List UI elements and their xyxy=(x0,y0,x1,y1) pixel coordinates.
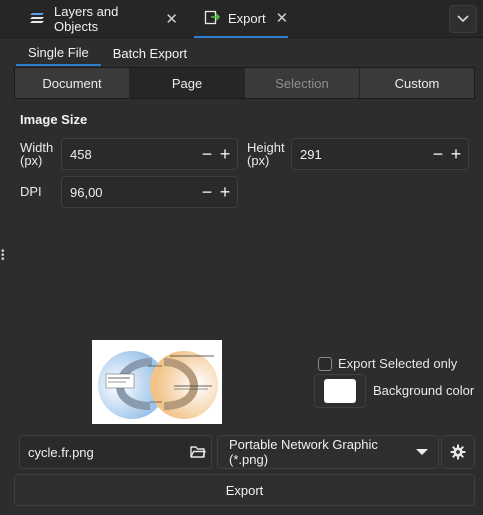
area-selection-button[interactable]: Selection xyxy=(245,68,360,98)
tab-layers-and-objects[interactable]: Layers and Objects ✕ xyxy=(20,0,188,38)
plus-icon[interactable]: + xyxy=(447,144,465,164)
export-icon xyxy=(204,9,221,28)
folder-open-icon[interactable] xyxy=(185,445,211,459)
gear-icon xyxy=(450,444,466,460)
file-format-value: Portable Network Graphic (*.png) xyxy=(229,437,378,467)
export-button[interactable]: Export xyxy=(14,474,475,506)
chevron-down-icon xyxy=(457,15,469,23)
dpi-value[interactable]: 96,00 xyxy=(62,185,198,200)
height-label: Height (px) xyxy=(247,141,285,167)
plus-icon[interactable]: + xyxy=(216,182,234,202)
width-label: Width (px) xyxy=(20,141,53,167)
area-page-button[interactable]: Page xyxy=(130,68,245,98)
area-document-button[interactable]: Document xyxy=(15,68,130,98)
dock-tab-bar: Layers and Objects ✕ Export ✕ xyxy=(0,0,483,38)
plus-icon[interactable]: + xyxy=(216,144,234,164)
height-label-line2: (px) xyxy=(247,153,270,168)
dropdown-arrow-icon xyxy=(416,449,428,455)
width-value[interactable]: 458 xyxy=(62,147,198,162)
minus-icon[interactable]: − xyxy=(198,144,216,164)
tab-overflow-button[interactable] xyxy=(449,5,477,33)
tab-label: Export xyxy=(228,10,266,26)
export-preview-thumbnail xyxy=(92,340,222,424)
tab-batch-export[interactable]: Batch Export xyxy=(101,40,199,66)
tab-label: Layers and Objects xyxy=(54,4,119,34)
panel-resize-grip[interactable]: • • • xyxy=(1,247,5,265)
dpi-spinbox[interactable]: 96,00 − + xyxy=(61,176,238,208)
tab-single-file[interactable]: Single File xyxy=(16,40,101,66)
height-spinbox[interactable]: 291 − + xyxy=(291,138,469,170)
export-area-selector: Document Page Selection Custom xyxy=(14,67,475,99)
image-size-heading: Image Size xyxy=(20,112,88,127)
background-color-label: Background color xyxy=(373,383,475,398)
tab-export[interactable]: Export ✕ xyxy=(194,0,288,38)
export-mode-tabs: Single File Batch Export xyxy=(16,40,199,66)
area-custom-button[interactable]: Custom xyxy=(360,68,474,98)
file-format-dropdown[interactable]: Portable Network Graphic (*.png) xyxy=(217,435,439,469)
filename-field[interactable]: cycle.fr.png xyxy=(19,435,212,469)
background-color-button[interactable] xyxy=(314,374,366,408)
minus-icon[interactable]: − xyxy=(198,182,216,202)
dpi-label: DPI xyxy=(20,184,42,199)
export-selected-only-checkbox[interactable] xyxy=(318,356,332,371)
height-value[interactable]: 291 xyxy=(292,147,429,162)
export-settings-button[interactable] xyxy=(441,435,475,469)
background-color-swatch xyxy=(324,379,356,403)
width-spinbox[interactable]: 458 − + xyxy=(61,138,238,170)
minus-icon[interactable]: − xyxy=(429,144,447,164)
export-selected-only-label: Export Selected only xyxy=(338,356,458,371)
width-label-line2: (px) xyxy=(20,153,43,168)
close-icon[interactable]: ✕ xyxy=(165,10,178,28)
filename-input[interactable]: cycle.fr.png xyxy=(28,445,185,460)
layers-icon xyxy=(30,11,46,28)
export-selected-only-row[interactable]: Export Selected only xyxy=(318,356,457,371)
close-icon[interactable]: ✕ xyxy=(276,9,289,27)
